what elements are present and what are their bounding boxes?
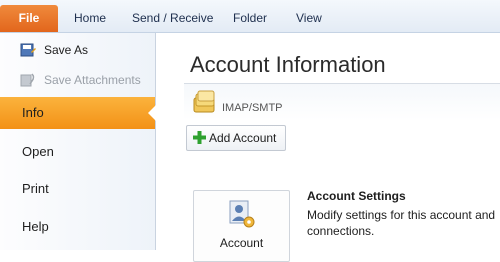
account-settings-description: Modify settings for this account and con… <box>307 208 496 238</box>
nav-open[interactable]: Open <box>0 136 155 168</box>
tab-send-receive[interactable]: Send / Receive <box>132 5 213 32</box>
add-account-button[interactable]: Add Account <box>186 125 286 151</box>
ribbon-tab-strip: File Home Send / Receive Folder View <box>0 0 500 33</box>
page-title: Account Information <box>190 52 386 77</box>
nav-info-label: Info <box>22 105 44 120</box>
account-settings-button[interactable]: Account <box>193 190 290 262</box>
account-settings-title: Account Settings <box>307 189 406 203</box>
backstage-sidebar: Save As Save Attachments Info Open Print… <box>0 33 156 250</box>
nav-help-label: Help <box>22 219 49 234</box>
tab-home[interactable]: Home <box>74 5 106 32</box>
account-settings-icon <box>229 200 255 228</box>
nav-help[interactable]: Help <box>0 211 155 243</box>
tab-view[interactable]: View <box>296 5 322 32</box>
save-attachments-icon <box>20 73 35 87</box>
account-settings-button-label: Account <box>219 236 264 250</box>
nav-info[interactable]: Info <box>0 97 156 129</box>
account-type: IMAP/SMTP <box>222 102 283 114</box>
account-selector[interactable]: IMAP/SMTP <box>184 83 500 120</box>
save-as-label: Save As <box>44 43 89 57</box>
mailbox-icon <box>193 90 215 113</box>
save-as-icon <box>20 43 36 57</box>
save-attachments-label: Save Attachments <box>44 73 141 87</box>
nav-print[interactable]: Print <box>0 173 155 205</box>
save-attachments-button[interactable]: Save Attachments <box>0 69 155 91</box>
save-as-button[interactable]: Save As <box>0 39 155 61</box>
file-tab[interactable]: File <box>0 5 58 32</box>
nav-open-label: Open <box>22 144 54 159</box>
nav-print-label: Print <box>22 181 49 196</box>
add-account-label: Add Account <box>209 131 277 145</box>
plus-icon <box>193 131 206 144</box>
tab-folder[interactable]: Folder <box>233 5 267 32</box>
